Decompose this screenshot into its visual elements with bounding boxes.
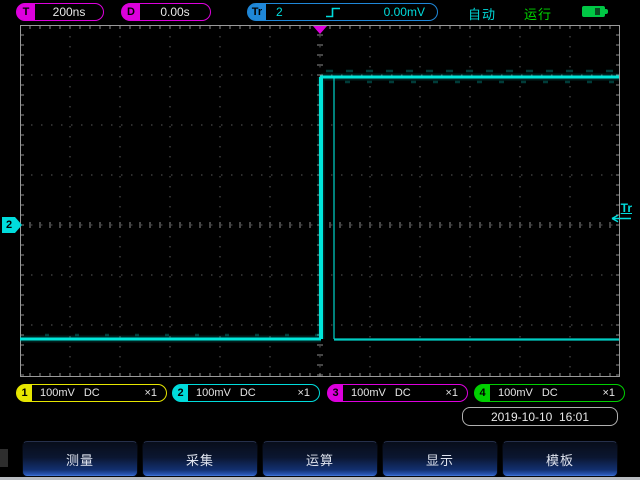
menu-button-math[interactable]: 运算 — [262, 441, 378, 477]
trigger-level: 0.00mV — [384, 5, 425, 19]
channel-4-scale: 100mV — [498, 387, 533, 399]
channel-2-probe: ×1 — [297, 387, 310, 399]
trigger-level-arrow-icon — [605, 214, 632, 223]
rising-edge-icon — [325, 6, 341, 19]
timebase-value: 200ns — [35, 4, 103, 20]
channel-2-badge[interactable]: 2 100mV DC ×1 — [172, 384, 320, 402]
trigger-level-marker-label: Tr — [621, 202, 632, 214]
channel-3-scale: 100mV — [351, 387, 386, 399]
delay-key: D — [122, 4, 140, 20]
trigger-key: Tr — [248, 4, 266, 20]
ch2-ground-marker[interactable]: 2 — [2, 217, 22, 233]
graticule — [20, 25, 620, 377]
channel-1-badge[interactable]: 1 100mV DC ×1 — [16, 384, 167, 402]
channel-4-badge[interactable]: 4 100mV DC ×1 — [474, 384, 625, 402]
channel-3-number: 3 — [328, 385, 343, 401]
trigger-level-marker: Tr — [604, 202, 632, 223]
delay-pill[interactable]: D 0.00s — [121, 3, 211, 21]
soft-menu: 测量 采集 运算 显示 模板 — [22, 441, 618, 477]
timebase-pill[interactable]: T 200ns — [16, 3, 104, 21]
trigger-source: 2 — [276, 5, 283, 19]
delay-value: 0.00s — [140, 4, 210, 20]
menu-button-acquire[interactable]: 采集 — [142, 441, 258, 477]
channel-4-probe: ×1 — [602, 387, 615, 399]
channel-2-scale: 100mV — [196, 387, 231, 399]
menu-button-measure[interactable]: 测量 — [22, 441, 138, 477]
menu-button-template[interactable]: 模板 — [502, 441, 618, 477]
timebase-key: T — [17, 4, 35, 20]
bezel-nub — [0, 449, 8, 467]
channel-1-probe: ×1 — [144, 387, 157, 399]
datetime-display: 2019-10-10 16:01 — [462, 407, 618, 426]
trigger-position-marker[interactable] — [313, 26, 327, 34]
ch2-ground-marker-label: 2 — [6, 219, 12, 231]
acquisition-mode-label: 自动 — [468, 4, 496, 23]
channel-3-coupling: DC — [395, 387, 411, 399]
run-state-label: 运行 — [524, 4, 552, 23]
channel-3-badge[interactable]: 3 100mV DC ×1 — [327, 384, 468, 402]
channel-1-coupling: DC — [84, 387, 100, 399]
channel-3-probe: ×1 — [445, 387, 458, 399]
waveform-ch2 — [20, 71, 619, 340]
channel-4-coupling: DC — [542, 387, 558, 399]
menu-button-display[interactable]: 显示 — [382, 441, 498, 477]
channel-2-coupling: DC — [240, 387, 256, 399]
channel-2-number: 2 — [173, 385, 188, 401]
trigger-pill[interactable]: Tr 2 0.00mV — [247, 3, 438, 21]
channel-1-number: 1 — [17, 385, 32, 401]
channel-1-scale: 100mV — [40, 387, 75, 399]
channel-4-number: 4 — [475, 385, 490, 401]
battery-icon — [582, 6, 605, 17]
